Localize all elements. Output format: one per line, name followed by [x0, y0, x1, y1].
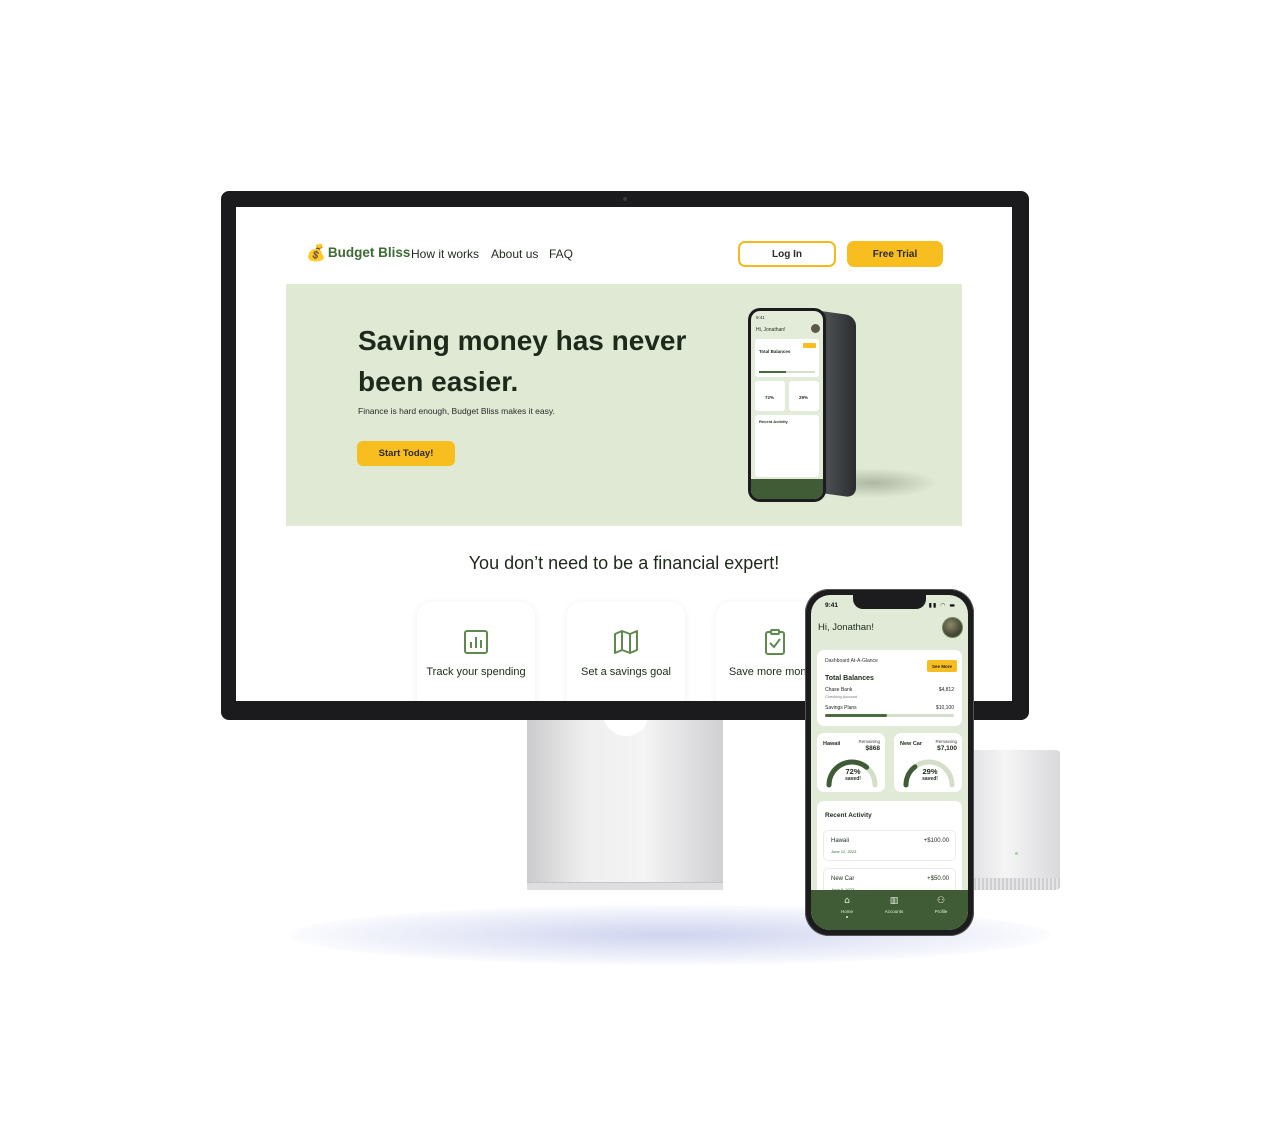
goal-percent: 72% [845, 767, 861, 776]
balances-card: Dashboard At-A-Glance See More Total Bal… [817, 650, 962, 726]
mini-see-more [803, 343, 816, 348]
tab-label: Profile [934, 909, 948, 914]
nav-about-us[interactable]: About us [491, 247, 538, 261]
account-name: Chase Bank [825, 687, 853, 693]
dashboard-label: Dashboard At-A-Glance [825, 658, 878, 664]
nav-faq[interactable]: FAQ [549, 247, 573, 261]
hero-phone-screen: 9:41 Hi, Jonathan! Total Balances 72% 29… [751, 311, 823, 499]
see-more-button[interactable]: See More [927, 660, 957, 672]
hero-title: Saving money has never been easier. [358, 325, 687, 397]
goal-name: New Car [900, 741, 923, 747]
start-today-button[interactable]: Start Today! [357, 441, 455, 466]
goal-remaining-amount: $7,100 [937, 745, 957, 752]
mini-recent-activity: Recent Activity [759, 419, 788, 424]
activity-name: Hawaii [831, 838, 850, 844]
signal-wifi-battery-icon: ▮▮ ◠ ▬ [928, 602, 956, 609]
account-amount: $10,100 [935, 705, 954, 711]
activity-amount: +$50.00 [927, 876, 949, 882]
nav-how-it-works[interactable]: How it works [411, 247, 479, 261]
goal-percent: 29% [922, 767, 938, 776]
login-button[interactable]: Log In [738, 241, 836, 267]
savings-progress-bar [825, 714, 954, 717]
mini-greeting: Hi, Jonathan! [756, 327, 786, 333]
mini-progress-fill [759, 371, 786, 373]
brand-name: Budget Bliss [327, 245, 411, 260]
phone-notch [853, 595, 926, 609]
tab-profile[interactable]: ⚇ Profile [921, 896, 961, 914]
section-title: You don’t need to be a financial expert! [468, 553, 780, 573]
app-screen: 9:41 ▮▮ ◠ ▬ Hi, Jonathan! Dashboard At-A… [811, 595, 968, 930]
mini-avatar [811, 324, 820, 333]
savings-progress-fill [825, 714, 887, 717]
accounts-icon: ▥ [889, 896, 899, 906]
tab-accounts[interactable]: ▥ Accounts [874, 896, 914, 914]
monitor-stand [527, 708, 723, 890]
active-tab-dot [846, 916, 848, 918]
mini-total-balances: Total Balances [759, 349, 791, 354]
hero-phone-body: 9:41 Hi, Jonathan! Total Balances 72% 29… [748, 308, 826, 502]
device-mockup-stage: 💰 Budget Bliss How it works About us FAQ… [0, 0, 1280, 1126]
home-icon: ⌂ [844, 896, 850, 906]
recent-activity-card: Recent Activity Hawaii June 12, 2023 +$1… [817, 801, 962, 901]
mini-goal-pct: 72% [765, 395, 775, 400]
tab-label: Home [840, 909, 853, 914]
feature-label: Track your spending [426, 666, 526, 678]
account-amount: $4,812 [938, 687, 954, 693]
mini-goal-hawaii: 72% [755, 381, 785, 411]
greeting: Hi, Jonathan! [818, 622, 874, 633]
account-sub: Checking Account [825, 694, 858, 699]
goal-remaining-label: Remaining [935, 739, 957, 744]
iphone: 9:41 ▮▮ ◠ ▬ Hi, Jonathan! Dashboard At-A… [805, 589, 974, 936]
brand-logo[interactable]: 💰 Budget Bliss [306, 243, 410, 262]
goal-card-new-car[interactable]: New Car Remaining $7,100 29% saved! [894, 733, 962, 792]
bottom-tabbar: ⌂ Home ▥ Accounts ⚇ Profile [811, 890, 968, 930]
mini-activity-card: Recent Activity [755, 415, 819, 477]
free-trial-button[interactable]: Free Trial [847, 241, 943, 267]
camera-dot [623, 197, 627, 201]
goal-remaining-label: Remaining [858, 739, 880, 744]
total-balances-label: Total Balances [825, 675, 874, 682]
hero-phone-image: 9:41 Hi, Jonathan! Total Balances 72% 29… [748, 308, 938, 508]
power-led [1015, 852, 1018, 855]
mini-goal-pct: 29% [799, 395, 809, 400]
profile-icon: ⚇ [936, 896, 946, 906]
stand-feet [527, 882, 723, 890]
mini-goal-car: 29% [789, 381, 819, 411]
avatar[interactable] [942, 617, 963, 638]
goal-remaining-amount: $868 [865, 745, 880, 752]
activity-amount: +$100.00 [923, 838, 949, 844]
tab-home[interactable]: ⌂ Home [827, 896, 867, 918]
goal-name: Hawaii [823, 741, 841, 747]
mac-studio [970, 750, 1060, 890]
hero-subtitle: Finance is hard enough, Budget Bliss mak… [358, 406, 555, 416]
money-bag-icon: 💰 [306, 243, 326, 262]
bar-chart-icon [464, 630, 488, 654]
map-icon [614, 630, 638, 654]
site-nav: 💰 Budget Bliss How it works About us FAQ… [306, 239, 946, 269]
mini-balance-card: Total Balances [755, 339, 819, 377]
hero-section: Saving money has never been easier. Fina… [286, 284, 962, 526]
feature-card-goal[interactable]: Set a savings goal [567, 602, 685, 701]
feature-card-track[interactable]: Track your spending [417, 602, 535, 701]
goal-saved-label: saved! [922, 776, 938, 782]
vent-grille [970, 878, 1060, 890]
mini-progress [759, 371, 815, 373]
goal-saved-label: saved! [845, 776, 861, 782]
account-name: Savings Plans [825, 705, 857, 711]
activity-row[interactable]: Hawaii June 12, 2023 +$100.00 [823, 830, 956, 861]
mini-time: 9:41 [756, 315, 765, 320]
clipboard-check-icon [765, 629, 785, 655]
recent-activity-title: Recent Activity [825, 812, 872, 819]
status-time: 9:41 [825, 602, 839, 609]
activity-name: New Car [831, 876, 855, 882]
mini-tabbar [751, 479, 823, 499]
activity-date: June 12, 2023 [831, 849, 857, 854]
goal-card-hawaii[interactable]: Hawaii Remaining $868 72% saved! [817, 733, 885, 792]
feature-label: Set a savings goal [581, 666, 671, 678]
tab-label: Accounts [884, 909, 904, 914]
